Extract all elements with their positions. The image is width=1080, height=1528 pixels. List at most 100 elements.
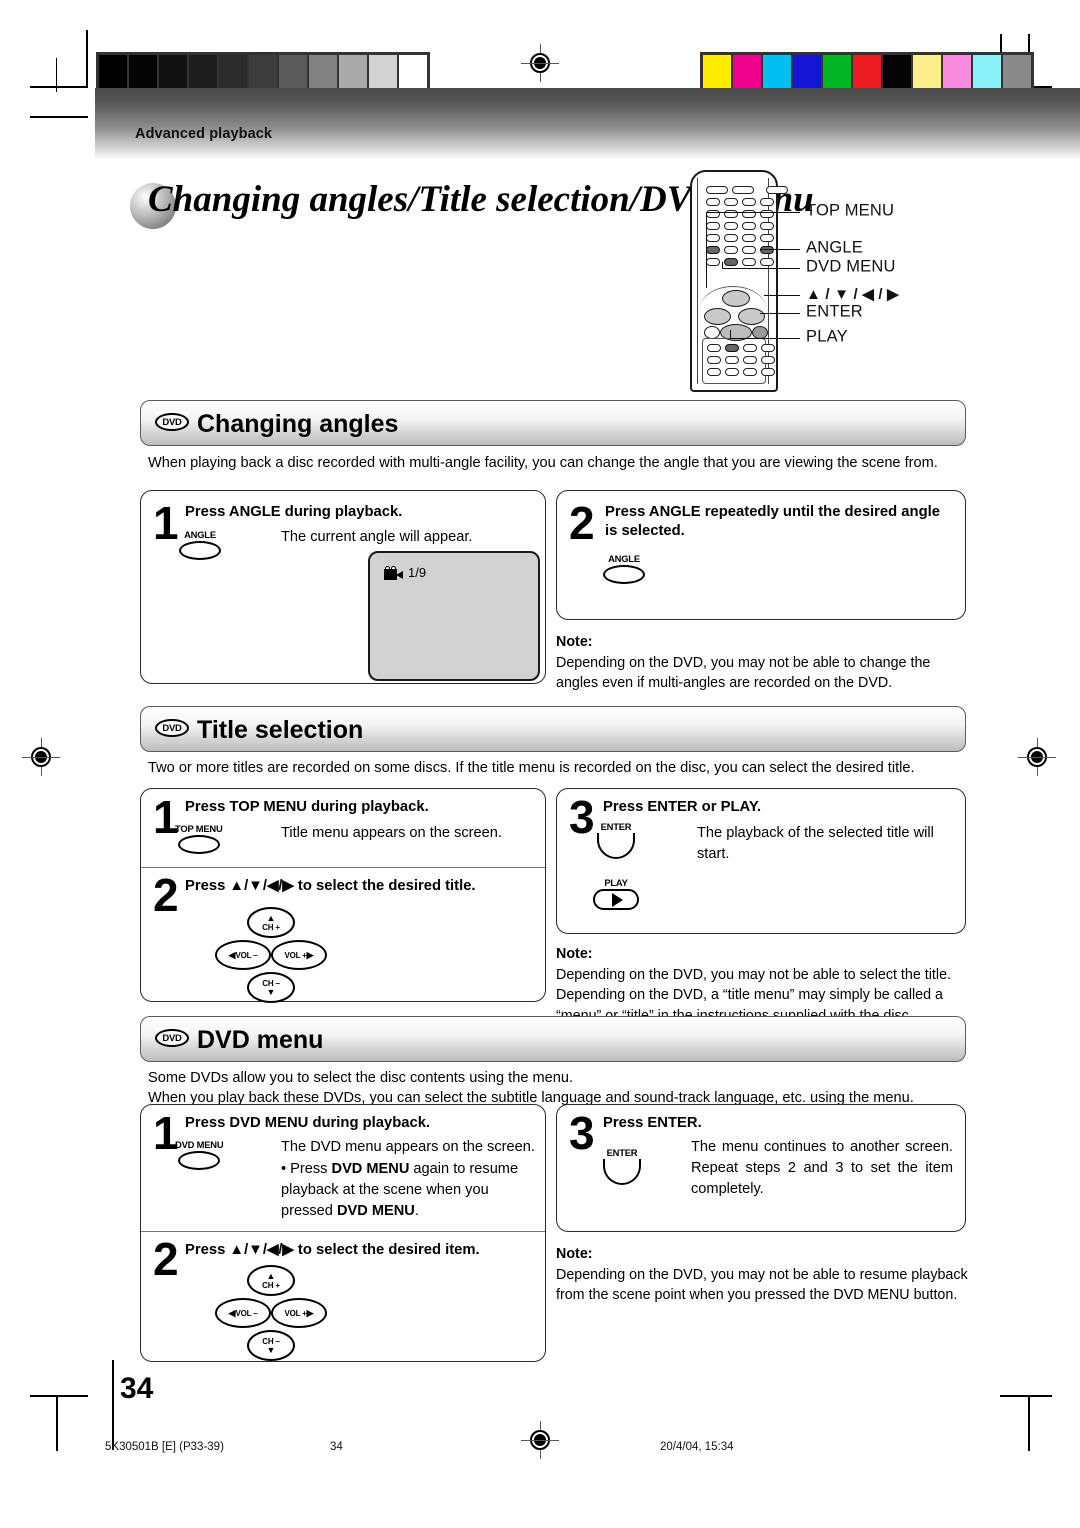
direction-pad-icon: ▲ CH + ◀ VOL – VOL + ▶ CH – ▼ xyxy=(215,907,327,1003)
step-body: The current angle will appear. xyxy=(281,529,473,545)
note-label: Note: xyxy=(556,946,593,962)
section-header-changing-angles: DVD Changing angles xyxy=(140,400,966,446)
color-swatch xyxy=(702,54,732,90)
remote-callout-top-menu: TOP MENU xyxy=(806,201,895,220)
dvd-menu-key-glyph: DVD MENU xyxy=(175,1139,224,1170)
section-heading: Title selection xyxy=(197,716,364,744)
section-header-dvd-menu: DVD DVD menu xyxy=(140,1016,966,1062)
color-swatch xyxy=(792,54,822,90)
step-number: 2 xyxy=(569,497,595,549)
remote-dpad-illustration xyxy=(704,290,768,341)
step-body: Title menu appears on the screen. xyxy=(281,825,502,841)
step-title: Press ANGLE repeatedly until the desired… xyxy=(605,504,940,539)
color-swatch xyxy=(822,54,852,90)
remote-callout-play: PLAY xyxy=(806,327,848,346)
step-title: Press ANGLE during playback. xyxy=(185,504,403,520)
crop-mark-tl-h xyxy=(30,86,88,88)
step-box-dvdmenu-3: 3 Press ENTER. ENTER The menu continues … xyxy=(556,1104,966,1232)
dvd-logo-icon: DVD xyxy=(155,413,189,431)
step-box-title-1-2: 1 Press TOP MENU during playback. TOP ME… xyxy=(140,788,546,1003)
top-menu-key-label: TOP MENU xyxy=(175,823,223,834)
section-header-title-selection: DVD Title selection xyxy=(140,706,966,752)
angle-key-glyph: ANGLE xyxy=(179,529,221,560)
angle-key-glyph: ANGLE xyxy=(603,553,645,584)
section-heading: DVD menu xyxy=(197,1026,324,1054)
dpad-right-label: VOL + xyxy=(284,950,307,960)
enter-button-icon xyxy=(597,833,635,859)
angle-key-label: ANGLE xyxy=(608,553,640,564)
color-swatch xyxy=(1002,54,1032,90)
dpad-left-label: VOL – xyxy=(235,950,258,960)
step-bullet: • Press DVD MENU again to resume playbac… xyxy=(281,1159,543,1222)
step-title: Press ENTER or PLAY. xyxy=(603,799,762,815)
step-box-title-3: 3 Press ENTER or PLAY. ENTER PLAY The pl… xyxy=(556,788,966,934)
note-label: Note: xyxy=(556,634,593,650)
dpad-up-label: CH + xyxy=(262,922,280,932)
grayscale-swatch xyxy=(218,54,248,90)
color-swatch xyxy=(972,54,1002,90)
dpad-right-label: VOL + xyxy=(284,1308,307,1318)
remote-control-illustration xyxy=(690,170,788,395)
enter-key-glyph: ENTER xyxy=(603,1147,641,1185)
registration-mark-top xyxy=(521,44,559,82)
remote-callout-dvd-menu: DVD MENU xyxy=(806,257,896,276)
grayscale-swatch xyxy=(368,54,398,90)
angle-key-label: ANGLE xyxy=(184,529,216,540)
leader-arrows xyxy=(764,295,800,297)
grayscale-swatch xyxy=(278,54,308,90)
oval-button-icon xyxy=(177,835,220,854)
step-body: The menu continues to another screen. Re… xyxy=(691,1139,953,1197)
dpad-left-label: VOL – xyxy=(235,1308,258,1318)
note-dvd-menu: Note: Depending on the DVD, you may not … xyxy=(556,1244,968,1306)
angle-indicator-value: 1/9 xyxy=(408,565,427,580)
leader-top-menu xyxy=(706,212,800,214)
color-swatch xyxy=(912,54,942,90)
play-key-glyph: PLAY xyxy=(593,877,639,910)
note-text: Depending on the DVD, you may not be abl… xyxy=(556,1266,968,1304)
footer-doc-code: 5K30501B [E] (P33-39) xyxy=(105,1441,224,1453)
grayscale-swatch xyxy=(338,54,368,90)
enter-key-label: ENTER xyxy=(606,1147,638,1158)
crop-mark-br-v xyxy=(1028,1395,1030,1451)
step-body: The playback of the selected title will … xyxy=(697,825,934,862)
leader-dvd-menu-v xyxy=(722,262,724,269)
registration-mark-left xyxy=(22,738,60,776)
grayscale-swatch xyxy=(308,54,338,90)
step-box-dvdmenu-1-2: 1 Press DVD MENU during playback. DVD ME… xyxy=(140,1104,546,1362)
enter-key-glyph: ENTER xyxy=(597,821,635,859)
grayscale-swatch xyxy=(398,54,428,90)
step-number: 2 xyxy=(153,869,179,921)
step-body: The DVD menu appears on the screen. xyxy=(281,1139,535,1155)
note-title-selection: Note: Depending on the DVD, you may not … xyxy=(556,944,968,1026)
leader-play xyxy=(730,338,800,340)
step-number: 1 xyxy=(153,497,179,549)
crop-mark-bl-h xyxy=(30,1395,88,1397)
dvd-menu-key-label: DVD MENU xyxy=(175,1139,224,1150)
step-divider xyxy=(141,867,545,869)
color-calibration-bar xyxy=(700,52,1034,92)
dpad-left: ◀ VOL – xyxy=(215,940,271,970)
oval-button-icon xyxy=(179,541,221,560)
dpad-up: ▲ CH + xyxy=(247,907,295,938)
dvd-logo-icon: DVD xyxy=(155,719,189,737)
header-band: Advanced playback xyxy=(95,88,1080,160)
leader-play-v xyxy=(730,330,732,339)
step-title: Press TOP MENU during playback. xyxy=(185,799,429,815)
remote-callout-arrows: ▲ / ▼ / ◀ / ▶ xyxy=(806,286,899,303)
note-label: Note: xyxy=(556,1246,593,1262)
color-swatch xyxy=(852,54,882,90)
crop-mark-tl-h2 xyxy=(30,116,88,118)
camera-icon xyxy=(384,565,403,580)
leader-dvd-menu xyxy=(722,268,800,270)
page-number-rule xyxy=(112,1360,115,1450)
crop-mark-tl-v2 xyxy=(56,58,58,92)
crop-mark-tl-v xyxy=(86,30,88,88)
page-title-wrap: Changing angles/Title selection/DVD menu xyxy=(130,178,814,234)
note-text: Depending on the DVD, you may not be abl… xyxy=(556,654,931,692)
step-number: 3 xyxy=(569,791,595,843)
bullet-bold-1: DVD MENU xyxy=(331,1161,410,1177)
footer-page: 34 xyxy=(330,1441,343,1453)
color-swatch xyxy=(942,54,972,90)
section-intro-changing-angles: When playing back a disc recorded with m… xyxy=(148,455,938,471)
step-number: 2 xyxy=(153,1233,179,1285)
